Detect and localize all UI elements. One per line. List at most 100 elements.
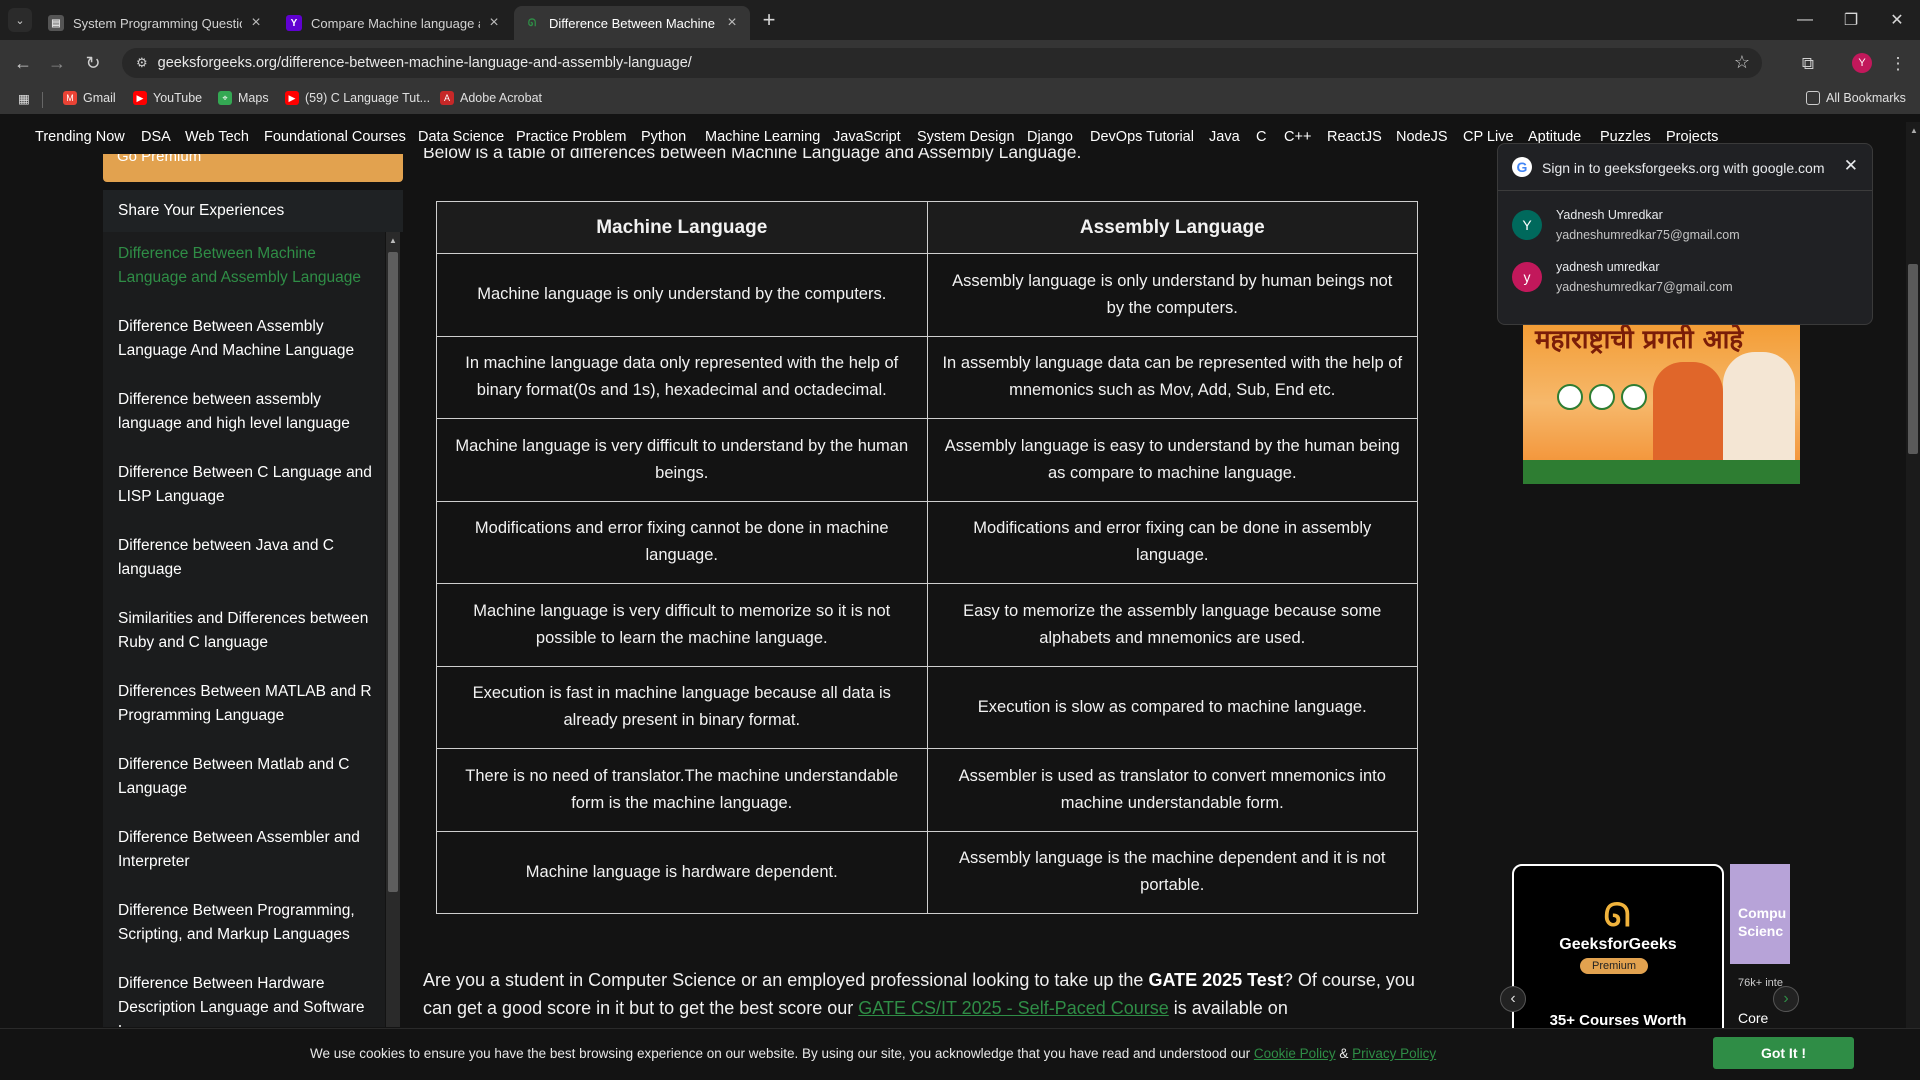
table-cell: Assembly language is only understand by … bbox=[926, 253, 1418, 337]
nav-trending-now[interactable]: Trending Now bbox=[35, 129, 125, 145]
tab-compare-machine[interactable]: Y Compare Machine language an × bbox=[276, 6, 512, 40]
privacy-policy-link[interactable]: Privacy Policy bbox=[1352, 1046, 1436, 1061]
close-icon[interactable]: × bbox=[248, 14, 264, 32]
nav-devops-tutorial[interactable]: DevOps Tutorial bbox=[1090, 129, 1194, 145]
arrow-left-icon: ← bbox=[14, 52, 32, 73]
nav-dsa[interactable]: DSA bbox=[141, 129, 171, 145]
nav-javascript[interactable]: JavaScript bbox=[833, 129, 901, 145]
reload-button[interactable]: ↻ bbox=[78, 50, 108, 76]
tab-difference-machine[interactable]: ᘏ Difference Between Machine La × bbox=[514, 6, 750, 40]
scrollbar-thumb[interactable] bbox=[388, 252, 398, 892]
sidebar-item[interactable]: Difference Between Assembly Language And… bbox=[118, 315, 376, 363]
sidebar-item[interactable]: Difference Between Assembler and Interpr… bbox=[118, 826, 376, 874]
bookmark-star-icon[interactable]: ☆ bbox=[1734, 52, 1750, 73]
nav-foundational-courses[interactable]: Foundational Courses bbox=[264, 129, 406, 145]
back-button[interactable]: ← bbox=[8, 50, 38, 76]
sidebar-item[interactable]: Similarities and Differences between Rub… bbox=[118, 607, 376, 655]
table-row: Machine language is only understand by t… bbox=[436, 253, 1418, 337]
close-window-button[interactable]: ✕ bbox=[1874, 0, 1920, 40]
table-row: Execution is fast in machine language be… bbox=[436, 665, 1418, 749]
gate-paragraph: Are you a student in Computer Science or… bbox=[423, 966, 1433, 1022]
logo-icon bbox=[1589, 384, 1615, 410]
share-experiences-link[interactable]: Share Your Experiences bbox=[103, 190, 403, 232]
nav-java[interactable]: Java bbox=[1209, 129, 1240, 145]
close-icon[interactable]: × bbox=[486, 14, 502, 32]
go-premium-button[interactable]: Go Premium bbox=[103, 154, 403, 182]
course-ad-card-2[interactable]: Compu Scienc 76k+ inte Core Co bbox=[1730, 864, 1790, 1044]
forward-button[interactable]: → bbox=[42, 50, 72, 76]
column-header: Assembly Language bbox=[926, 201, 1418, 254]
nav-c[interactable]: C bbox=[1256, 129, 1266, 145]
tab-system-programming[interactable]: ▤ System Programming Question × bbox=[38, 6, 274, 40]
sidebar-item[interactable]: Difference Between Hardware Description … bbox=[118, 972, 376, 1027]
extensions-icon[interactable]: ⧉ bbox=[1796, 52, 1820, 76]
nav-web-tech[interactable]: Web Tech bbox=[185, 129, 249, 145]
all-bookmarks[interactable]: All Bookmarks bbox=[1806, 91, 1906, 105]
folder-icon bbox=[1806, 91, 1820, 105]
table-row: In machine language data only represente… bbox=[436, 335, 1418, 419]
gate-course-link[interactable]: GATE CS/IT 2025 - Self-Paced Course bbox=[858, 998, 1168, 1018]
table-intro: Below is a table of differences between … bbox=[423, 148, 1081, 170]
table-cell: Machine language is only understand by t… bbox=[436, 253, 928, 337]
bookmark-label: All Bookmarks bbox=[1826, 91, 1906, 105]
gfg-icon: ᘏ bbox=[527, 17, 537, 29]
account-email: yadneshumredkar7@gmail.com bbox=[1556, 280, 1733, 294]
sidebar-scrollbar[interactable]: ▲ bbox=[386, 232, 400, 1027]
table-row: There is no need of translator.The machi… bbox=[436, 748, 1418, 832]
new-tab-button[interactable]: + bbox=[756, 7, 782, 33]
nav-cpp[interactable]: C++ bbox=[1284, 129, 1311, 145]
got-it-button[interactable]: Got It ! bbox=[1713, 1037, 1854, 1069]
cookie-policy-link[interactable]: Cookie Policy bbox=[1254, 1046, 1336, 1061]
premium-badge: Premium bbox=[1580, 958, 1648, 974]
nav-system-design[interactable]: System Design bbox=[917, 129, 1015, 145]
nav-reactjs[interactable]: ReactJS bbox=[1327, 129, 1382, 145]
bookmark-adobe[interactable]: A Adobe Acrobat bbox=[440, 91, 542, 105]
political-ad-banner[interactable]: महाराष्ट्राची प्रगती आहे bbox=[1523, 322, 1800, 484]
menu-kebab-icon[interactable]: ⋮ bbox=[1886, 52, 1910, 76]
nav-nodejs[interactable]: NodeJS bbox=[1396, 129, 1448, 145]
bookmark-youtube[interactable]: ▶ YouTube bbox=[133, 91, 202, 105]
apps-icon[interactable]: ▦ bbox=[18, 91, 30, 106]
bookmark-c-language[interactable]: ▶ (59) C Language Tut... bbox=[285, 91, 430, 105]
tab-title: System Programming Question bbox=[73, 15, 242, 31]
restore-button[interactable]: ❐ bbox=[1828, 0, 1874, 40]
scroll-up-icon[interactable]: ▲ bbox=[1910, 126, 1918, 135]
nav-django[interactable]: Django bbox=[1027, 129, 1073, 145]
chevron-right-icon: › bbox=[1783, 990, 1789, 1007]
scroll-up-icon[interactable]: ▲ bbox=[389, 236, 397, 245]
carousel-prev-button[interactable]: ‹ bbox=[1500, 986, 1526, 1012]
table-row: Machine language is very difficult to un… bbox=[436, 418, 1418, 502]
nav-data-science[interactable]: Data Science bbox=[418, 129, 504, 145]
scrollbar-thumb[interactable] bbox=[1908, 264, 1918, 454]
nav-machine-learning[interactable]: Machine Learning bbox=[705, 129, 820, 145]
minimize-icon: — bbox=[1797, 11, 1813, 28]
bookmark-gmail[interactable]: M Gmail bbox=[63, 91, 116, 105]
tab-search-button[interactable]: ⌄ bbox=[8, 8, 32, 32]
close-icon[interactable]: × bbox=[724, 14, 740, 32]
address-bar[interactable]: ⚙ geeksforgeeks.org/difference-between-m… bbox=[122, 48, 1762, 78]
url-text[interactable]: geeksforgeeks.org/difference-between-mac… bbox=[158, 55, 692, 71]
sidebar-item[interactable]: Difference Between Matlab and C Language bbox=[118, 753, 376, 801]
course-ad-card[interactable]: ᘏ GeeksforGeeks Premium 35+ Courses Wort… bbox=[1512, 864, 1724, 1044]
youtube-icon: ▶ bbox=[285, 91, 299, 105]
sidebar-item[interactable]: Difference Between C Language and LISP L… bbox=[118, 461, 376, 509]
cookie-message: We use cookies to ensure you have the be… bbox=[310, 1046, 1436, 1061]
site-info-icon[interactable]: ⚙ bbox=[136, 55, 148, 71]
page-scrollbar[interactable]: ▲ bbox=[1906, 122, 1920, 1028]
account-option[interactable]: y yadnesh umredkar yadneshumredkar7@gmai… bbox=[1512, 254, 1852, 300]
sidebar-item[interactable]: Difference between Java and C language bbox=[118, 534, 376, 582]
yahoo-icon: Y bbox=[286, 15, 302, 31]
carousel-next-button[interactable]: › bbox=[1773, 986, 1799, 1012]
sidebar-item[interactable]: Difference Between Machine Language and … bbox=[118, 242, 376, 290]
close-icon[interactable]: ✕ bbox=[1844, 156, 1858, 176]
avatar[interactable]: Y bbox=[1852, 53, 1872, 73]
bookmark-maps[interactable]: ⌖ Maps bbox=[218, 91, 269, 105]
account-option[interactable]: Y Yadnesh Umredkar yadneshumredkar75@gma… bbox=[1512, 202, 1852, 248]
account-email: yadneshumredkar75@gmail.com bbox=[1556, 228, 1740, 242]
sidebar-item[interactable]: Differences Between MATLAB and R Program… bbox=[118, 680, 376, 728]
minimize-button[interactable]: — bbox=[1782, 0, 1828, 40]
nav-python[interactable]: Python bbox=[641, 129, 686, 145]
nav-practice-problem[interactable]: Practice Problem bbox=[516, 129, 626, 145]
sidebar-item[interactable]: Difference between assembly language and… bbox=[118, 388, 376, 436]
sidebar-item[interactable]: Difference Between Programming, Scriptin… bbox=[118, 899, 376, 947]
